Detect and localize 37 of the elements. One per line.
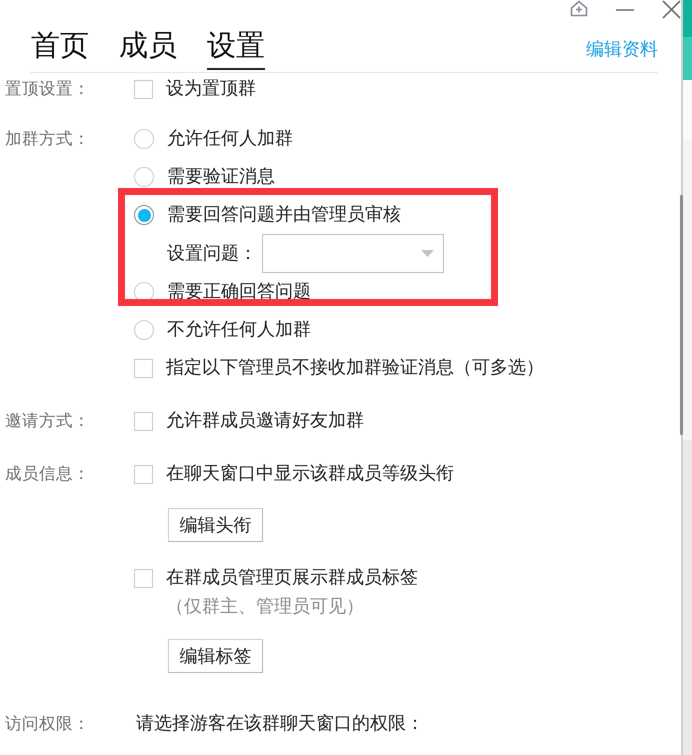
option-label: 允许任何人加群 [167,128,293,150]
radio-button[interactable] [134,129,154,149]
field-label: 设置问题： [167,242,257,264]
checkbox[interactable] [134,464,153,484]
section-label: 邀请方式： [5,410,90,432]
option-label: 不允许任何人加群 [167,319,311,341]
option-label: 需要正确回答问题 [167,281,311,303]
option-label: 在群成员管理页展示群成员标签 [166,567,418,589]
section-label: 置顶设置： [5,78,90,100]
hint-text: （仅群主、管理员可见） [166,597,364,617]
option-label: 设为置顶群 [166,78,256,100]
action-button[interactable]: 编辑头衔 [168,508,263,542]
house-icon[interactable] [569,0,589,17]
tab[interactable]: 成员 [119,22,177,70]
tab[interactable]: 设置 [207,22,265,70]
caret-icon [421,250,434,257]
option-label: 允许群成员邀请好友加群 [166,410,364,432]
option-label: 在聊天窗口中显示该群成员等级头衔 [166,463,454,485]
checkbox[interactable] [134,568,153,588]
radio-button[interactable] [134,320,154,340]
tab[interactable]: 首页 [31,22,89,70]
close-icon[interactable] [662,0,681,19]
section-label: 成员信息： [5,463,90,485]
option-label: 需要回答问题并由管理员审核 [167,204,401,226]
section-label: 访问权限： [5,713,90,735]
checkbox[interactable] [134,358,153,378]
prompt-text: 请选择游客在该群聊天窗口的权限： [136,712,424,736]
scrollbar-thumb[interactable] [680,195,683,435]
radio-button[interactable] [134,167,154,187]
section-label: 加群方式： [5,128,90,150]
radio-button[interactable] [134,205,154,225]
option-label: 指定以下管理员不接收加群验证消息（可多选） [166,357,544,379]
option-label: 需要验证消息 [167,166,275,188]
action-button[interactable]: 编辑标签 [168,639,263,673]
question-dropdown[interactable] [262,234,444,273]
checkbox[interactable] [134,80,153,98]
checkbox[interactable] [134,412,153,430]
